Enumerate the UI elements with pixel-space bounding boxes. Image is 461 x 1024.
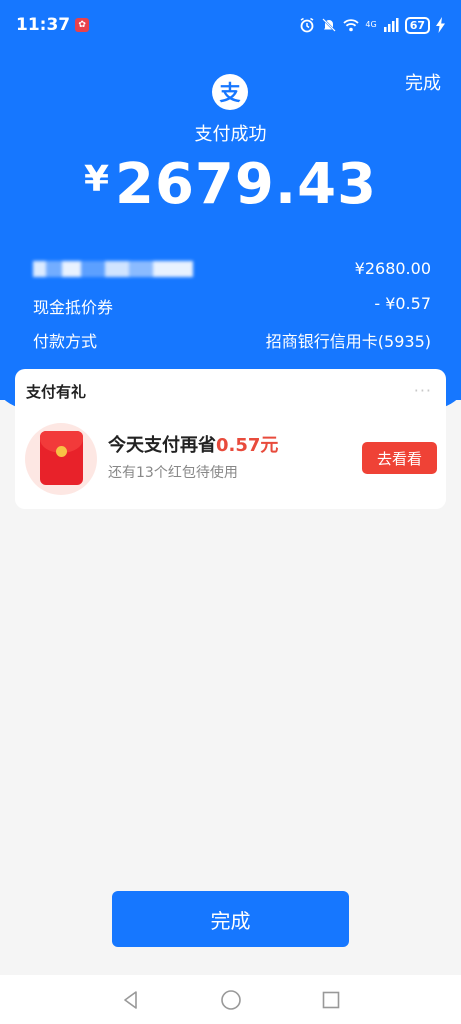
back-nav-icon[interactable] — [116, 985, 146, 1015]
recents-nav-icon[interactable] — [316, 985, 346, 1015]
app-notification-icon: ✿ — [75, 18, 90, 32]
wifi-icon — [343, 19, 360, 32]
amount-value: 2679.43 — [115, 152, 378, 217]
currency-symbol: ¥ — [83, 159, 109, 200]
system-nav-bar — [0, 975, 461, 1024]
promo-headline-amount: 0.57元 — [216, 435, 279, 456]
status-bar: 11:37 ✿ 4G 67 — [0, 0, 461, 50]
promo-headline: 今天支付再省0.57元 — [108, 431, 278, 457]
payment-method-label: 付款方式 — [33, 332, 98, 351]
promo-card-title: 支付有礼 — [26, 383, 87, 401]
network-type: 4G — [365, 20, 377, 29]
merchant-name-redacted — [33, 261, 193, 277]
signal-icon — [383, 18, 399, 32]
coupon-label: 现金抵价券 — [33, 298, 114, 317]
done-button[interactable]: 完成 — [112, 891, 349, 947]
promo-headline-prefix: 今天支付再省 — [108, 435, 216, 456]
payment-amount: ¥2679.43 — [0, 152, 461, 217]
coupon-row: 现金抵价券 - ¥0.57 — [33, 294, 431, 318]
header-done-button[interactable]: 完成 — [405, 69, 441, 95]
mute-bell-icon — [322, 18, 337, 32]
red-envelope-icon — [25, 423, 97, 495]
more-options-icon[interactable]: ··· — [414, 381, 432, 400]
status-time: 11:37 — [16, 15, 71, 35]
promo-subline: 还有13个红包待使用 — [108, 465, 238, 481]
original-amount: ¥2680.00 — [354, 259, 431, 278]
payment-method-value: 招商银行信用卡(5935) — [265, 332, 431, 351]
promo-card: 支付有礼 ··· 今天支付再省0.57元 还有13个红包待使用 去看看 — [15, 369, 446, 509]
view-promo-button[interactable]: 去看看 — [362, 442, 437, 474]
alipay-logo-icon: 支 — [212, 74, 248, 110]
home-nav-icon[interactable] — [216, 985, 246, 1015]
status-icons: 4G 67 — [299, 16, 445, 34]
battery-level: 67 — [404, 16, 430, 34]
payment-success-title: 支付成功 — [194, 124, 267, 145]
payment-method-row: 付款方式 招商银行信用卡(5935) — [33, 328, 431, 352]
charging-icon — [436, 17, 445, 33]
coupon-value: - ¥0.57 — [374, 294, 431, 313]
alarm-icon — [300, 17, 314, 33]
merchant-row: ¥2680.00 — [33, 259, 431, 278]
